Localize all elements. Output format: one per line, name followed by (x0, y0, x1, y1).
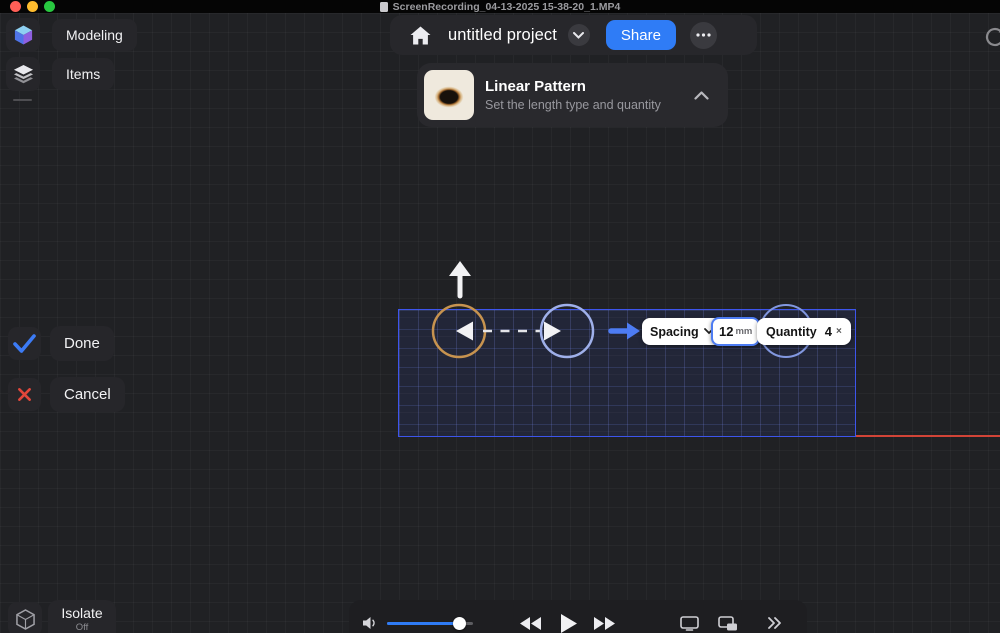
isolate-state: Off (76, 622, 89, 633)
quantity-label: Quantity (766, 325, 817, 339)
done-label: Done (64, 335, 100, 352)
toolbar-divider (13, 99, 32, 101)
done-check-button[interactable] (8, 327, 41, 360)
volume-slider-fill (387, 622, 460, 625)
display-icon (680, 616, 699, 631)
airplay-button[interactable] (680, 616, 699, 631)
app-header-bar: untitled project Share (390, 15, 757, 55)
pip-button[interactable] (718, 616, 738, 631)
items-label: Items (66, 66, 100, 82)
close-button[interactable] (10, 1, 21, 12)
document-icon (380, 2, 388, 12)
isolate-label: Isolate (61, 605, 102, 621)
redo-icon (982, 25, 1000, 49)
spacing-value: 12 (719, 324, 733, 339)
cancel-label: Cancel (64, 386, 111, 403)
chevron-down-icon (573, 32, 584, 39)
items-label-button[interactable]: Items (52, 58, 114, 90)
volume-slider-knob[interactable] (453, 617, 466, 630)
cancel-button[interactable]: Cancel (50, 377, 125, 412)
chevrons-right-icon (767, 617, 782, 629)
volume-slider[interactable] (387, 617, 473, 630)
more-options-button[interactable] (690, 22, 717, 49)
playback-bar (349, 600, 807, 633)
rewind-icon (520, 617, 542, 630)
spacing-dropdown[interactable]: Spacing (642, 318, 722, 345)
quantity-value: 4 (825, 324, 832, 339)
play-icon (561, 614, 577, 633)
fast-forward-button[interactable] (594, 617, 616, 630)
minimize-button[interactable] (27, 1, 38, 12)
modeling-label: Modeling (66, 27, 123, 43)
spacing-unit: mm (735, 326, 752, 337)
window-title-group: ScreenRecording_04-13-2025 15-38-20_1.MP… (380, 1, 621, 13)
isolate-cube-icon (16, 609, 35, 630)
pattern-panel-text: Linear Pattern Set the length type and q… (485, 78, 661, 112)
home-icon (409, 25, 432, 46)
spacing-label: Spacing (650, 325, 699, 339)
collapse-panel-button[interactable] (694, 91, 709, 100)
pattern-panel-subtitle: Set the length type and quantity (485, 98, 661, 112)
ellipsis-icon (696, 33, 711, 37)
project-title[interactable]: untitled project (448, 26, 557, 45)
window-title: ScreenRecording_04-13-2025 15-38-20_1.MP… (393, 1, 621, 13)
play-button[interactable] (561, 614, 577, 633)
done-button[interactable]: Done (50, 326, 114, 361)
share-button[interactable]: Share (606, 20, 676, 50)
checkmark-icon (13, 334, 36, 353)
picture-in-picture-icon (718, 616, 738, 631)
items-menu-button[interactable] (6, 57, 40, 91)
spacing-value-field[interactable]: 12 mm (711, 317, 760, 346)
home-button[interactable] (406, 21, 434, 49)
quantity-field[interactable]: Quantity 4 × (757, 318, 851, 345)
cube-icon (13, 24, 34, 46)
isolate-button[interactable]: Isolate Off (48, 600, 116, 633)
linear-pattern-panel: Linear Pattern Set the length type and q… (417, 63, 728, 127)
project-menu-button[interactable] (568, 24, 590, 46)
quicktime-window: ScreenRecording_04-13-2025 15-38-20_1.MP… (0, 0, 1000, 633)
volume-button[interactable] (362, 616, 379, 630)
pattern-thumbnail (424, 70, 474, 120)
x-icon (17, 387, 32, 402)
chevron-up-icon (694, 91, 709, 100)
quantity-unit: × (836, 326, 842, 337)
zoom-button[interactable] (44, 1, 55, 12)
share-label: Share (621, 27, 661, 44)
layers-icon (13, 64, 34, 84)
volume-icon (362, 616, 379, 630)
isolate-icon-button[interactable] (8, 602, 42, 633)
more-controls-button[interactable] (767, 617, 782, 629)
pattern-panel-title: Linear Pattern (485, 78, 661, 95)
redo-button[interactable] (982, 25, 1000, 49)
modeling-menu-button[interactable] (6, 18, 40, 52)
modeling-label-button[interactable]: Modeling (52, 19, 137, 51)
axis-line (856, 435, 1000, 437)
cancel-x-button[interactable] (8, 378, 41, 411)
fast-forward-icon (594, 617, 616, 630)
rewind-button[interactable] (520, 617, 542, 630)
window-titlebar: ScreenRecording_04-13-2025 15-38-20_1.MP… (0, 0, 1000, 13)
traffic-lights (10, 1, 55, 12)
